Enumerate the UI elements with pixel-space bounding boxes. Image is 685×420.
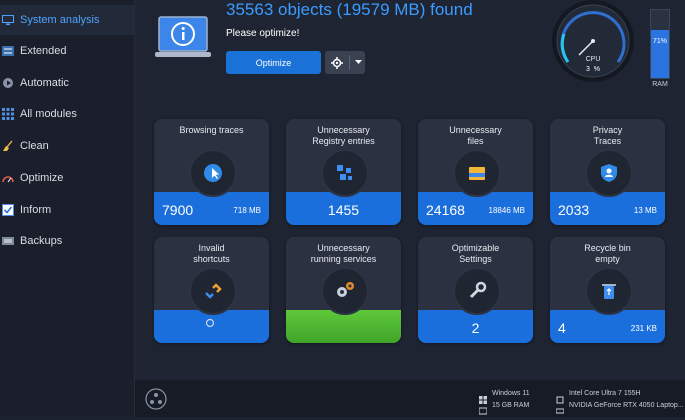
card-title: Privacy Traces (592, 125, 623, 146)
speedometer-icon (2, 172, 14, 184)
card-title: Optimizable Settings (451, 243, 500, 264)
settings-dropdown-button[interactable] (325, 51, 365, 74)
card-unnecessary-files[interactable]: Unnecessary files 24168 18846 MB (418, 119, 533, 225)
gear-icon (331, 56, 343, 69)
broken-link-icon (189, 267, 237, 315)
cpu-value: 3 % (585, 66, 601, 73)
card-count: 7900 (162, 202, 194, 218)
sidebar-item-label: System analysis (20, 14, 100, 26)
backup-icon (2, 235, 14, 247)
sidebar-item-inform[interactable]: Inform (0, 195, 134, 225)
optimize-button[interactable]: Optimize (226, 51, 321, 74)
sidebar-item-label: Automatic (20, 77, 69, 89)
sidebar-item-label: Clean (20, 140, 49, 152)
card-recycle-bin[interactable]: Recycle bin empty 4 231 KB (550, 237, 665, 343)
sidebar-item-clean[interactable]: Clean (0, 131, 134, 161)
card-title: Unnecessary files (449, 125, 502, 146)
sliders-icon (2, 45, 14, 57)
card-title: Unnecessary Registry entries (312, 125, 375, 146)
gpu-name: NVIDIA GeForce RTX 4050 Laptop... (569, 402, 684, 409)
sidebar-item-backups[interactable]: Backups (0, 226, 134, 256)
sidebar-item-label: Inform (20, 204, 52, 216)
laptop-info-icon (155, 15, 211, 66)
sidebar-item-label: Extended (20, 45, 67, 57)
card-title: Recycle bin empty (584, 243, 631, 264)
card-registry-entries[interactable]: Unnecessary Registry entries 1455 (286, 119, 401, 225)
registry-cubes-icon (321, 149, 369, 197)
play-icon (2, 77, 14, 89)
ram-usage-fill (651, 29, 669, 78)
grid-icon (2, 108, 14, 120)
card-size: 13 MB (633, 206, 657, 215)
wrench-icon (453, 267, 501, 315)
cpu-gauge: CPU 3 % (547, 0, 639, 82)
gears-icon (321, 267, 369, 315)
ram-label: RAM (652, 81, 668, 88)
chevron-down-icon (355, 60, 362, 65)
broom-icon (2, 140, 14, 152)
sidebar-item-all-modules[interactable]: All modules (0, 99, 134, 129)
card-invalid-shortcuts[interactable]: Invalid shortcuts (154, 237, 269, 343)
card-size: 718 MB (233, 206, 261, 215)
card-count: 4 (558, 320, 566, 336)
card-optimizable-settings[interactable]: Optimizable Settings 2 (418, 237, 533, 343)
card-count: 2 (471, 320, 480, 336)
sidebar: System analysis Extended Automatic All m… (0, 0, 135, 417)
status-message: Please optimize! (226, 28, 300, 39)
page-title: 35563 objects (19579 MB) found (226, 0, 473, 19)
card-running-services[interactable]: Unnecessary running services (286, 237, 401, 343)
gpu-icon (555, 402, 565, 420)
card-title: Unnecessary running services (310, 243, 377, 264)
monitor-icon (2, 14, 14, 26)
card-privacy-traces[interactable]: Privacy Traces 2033 13 MB (550, 119, 665, 225)
folder-icon (453, 149, 501, 197)
ram-total: 15 GB RAM (492, 402, 530, 409)
card-title: Invalid shortcuts (193, 243, 230, 264)
card-count: 1455 (327, 202, 360, 218)
ram-chip-icon (478, 402, 488, 420)
cursor-globe-icon (189, 149, 237, 197)
spinner-icon (205, 315, 215, 333)
card-size: 18846 MB (488, 206, 525, 215)
card-count: 2033 (558, 202, 590, 218)
network-icon[interactable] (145, 388, 167, 415)
card-count: 24168 (426, 202, 465, 218)
sidebar-item-label: Backups (20, 235, 63, 247)
sidebar-item-label: Optimize (20, 172, 64, 184)
cpu-label: CPU (585, 56, 601, 63)
card-size: 231 KB (630, 324, 657, 333)
sidebar-item-system-analysis[interactable]: System analysis (0, 5, 134, 35)
ram-percent: 71% (652, 38, 667, 45)
os-name: Windows 11 (492, 390, 530, 397)
sidebar-item-label: All modules (20, 108, 77, 120)
card-browsing-traces[interactable]: Browsing traces 7900 718 MB (154, 119, 269, 225)
card-title: Browsing traces (179, 125, 244, 135)
recycle-bin-icon (585, 267, 633, 315)
sidebar-item-automatic[interactable]: Automatic (0, 68, 134, 98)
sidebar-item-extended[interactable]: Extended (0, 36, 134, 66)
sidebar-item-optimize[interactable]: Optimize (0, 163, 134, 193)
checkbox-icon (2, 204, 14, 216)
status-bar: Windows 11 15 GB RAM Intel Core Ultra 7 … (135, 380, 685, 417)
cpu-name: Intel Core Ultra 7 155H (569, 390, 641, 397)
shield-icon (585, 149, 633, 197)
